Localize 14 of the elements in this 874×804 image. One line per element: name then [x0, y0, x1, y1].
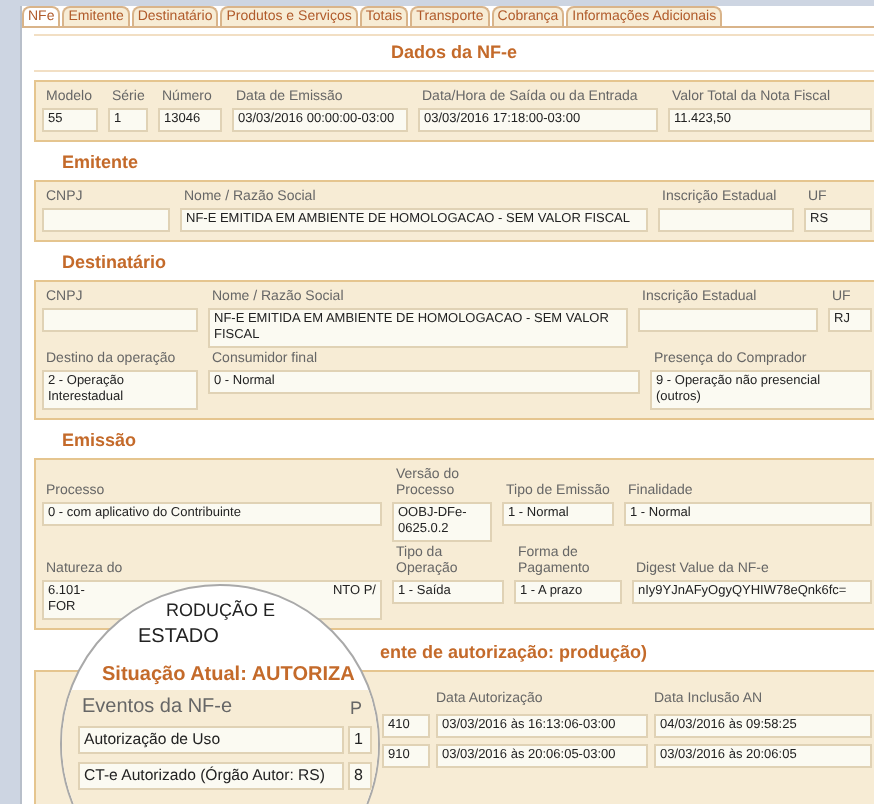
- column-header: P: [350, 700, 363, 720]
- events-title: Eventos da NF-e: [82, 696, 233, 718]
- section-heading: Emissão: [60, 428, 139, 454]
- section-title: Dados da NF-e: [34, 34, 874, 72]
- status-heading: ente de autorização: produção): [380, 642, 648, 662]
- section-heading: Destinatário: [60, 250, 169, 276]
- input-field: [658, 208, 794, 232]
- section-heading: Emitente: [60, 150, 141, 176]
- field-value: RODUÇÃO E: [166, 602, 276, 622]
- field-value: ESTADO: [138, 626, 219, 648]
- status-heading: Situação Atual: AUTORIZA: [102, 664, 355, 686]
- table-cell: 8: [348, 762, 372, 790]
- table-cell: 1: [348, 726, 372, 754]
- input-field: [42, 208, 170, 232]
